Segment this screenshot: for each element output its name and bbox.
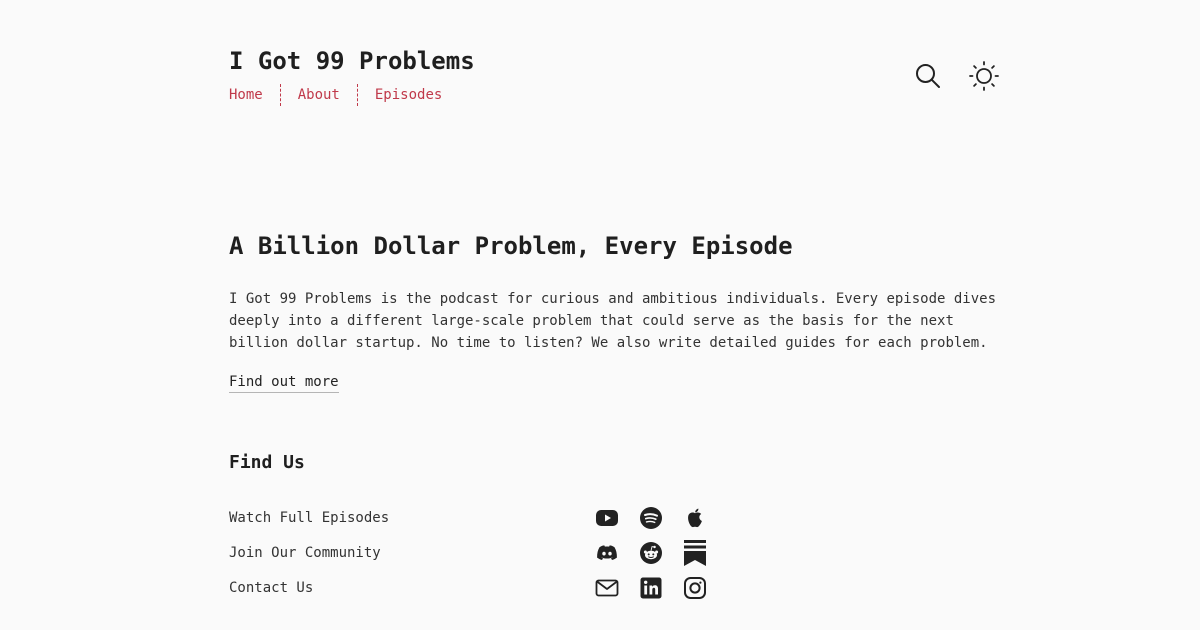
youtube-link[interactable]: [595, 506, 619, 530]
discord-icon: [597, 544, 617, 560]
nav-divider: [356, 84, 358, 106]
hero-description: I Got 99 Problems is the podcast for cur…: [229, 291, 997, 351]
email-link[interactable]: [595, 576, 619, 600]
search-icon: [916, 64, 940, 88]
row-label: Join Our Community: [229, 544, 381, 561]
main-nav: Home About Episodes: [229, 84, 442, 106]
spotify-link[interactable]: [639, 506, 663, 530]
site-title[interactable]: I Got 99 Problems: [229, 46, 475, 76]
spotify-icon: [640, 506, 662, 529]
reddit-icon: [640, 541, 662, 564]
instagram-link[interactable]: [683, 576, 707, 600]
site-header: I Got 99 Problems Home About Episodes: [229, 46, 1000, 116]
hero-heading: A Billion Dollar Problem, Every Episode: [229, 232, 793, 260]
find-us-row-watch: Watch Full Episodes: [229, 500, 729, 535]
find-us-heading: Find Us: [229, 452, 305, 473]
instagram-icon: [684, 576, 706, 599]
header-actions: [912, 60, 1000, 92]
linkedin-icon: [640, 577, 662, 598]
page: I Got 99 Problems Home About Episodes A …: [0, 0, 1200, 630]
row-icons: [595, 506, 707, 530]
row-label: Contact Us: [229, 579, 314, 596]
find-out-more-link[interactable]: Find out more: [229, 372, 339, 393]
row-icons: [595, 576, 707, 600]
nav-about-link[interactable]: About: [298, 85, 340, 105]
sun-icon: [969, 61, 999, 91]
youtube-icon: [596, 509, 618, 526]
find-us-row-community: Join Our Community: [229, 535, 729, 570]
apple-icon: [688, 508, 702, 527]
search-button[interactable]: [912, 60, 944, 92]
substack-link[interactable]: [683, 539, 707, 566]
find-us-section: Find Us Watch Full Episodes Join Our Com…: [229, 450, 729, 605]
nav-divider: [279, 84, 281, 106]
mail-icon: [595, 579, 619, 596]
find-us-row-contact: Contact Us: [229, 570, 729, 605]
nav-episodes-link[interactable]: Episodes: [375, 85, 442, 105]
find-us-rows: Watch Full Episodes Join Our Community C…: [229, 500, 729, 605]
reddit-link[interactable]: [639, 541, 663, 565]
linkedin-link[interactable]: [639, 576, 663, 600]
hero-section: A Billion Dollar Problem, Every Episode …: [229, 230, 1004, 393]
substack-icon: [684, 539, 706, 566]
theme-toggle-button[interactable]: [968, 60, 1000, 92]
discord-link[interactable]: [595, 541, 619, 565]
row-icons: [595, 539, 707, 566]
row-label: Watch Full Episodes: [229, 509, 390, 526]
nav-home-link[interactable]: Home: [229, 85, 263, 105]
apple-podcasts-link[interactable]: [683, 506, 707, 530]
